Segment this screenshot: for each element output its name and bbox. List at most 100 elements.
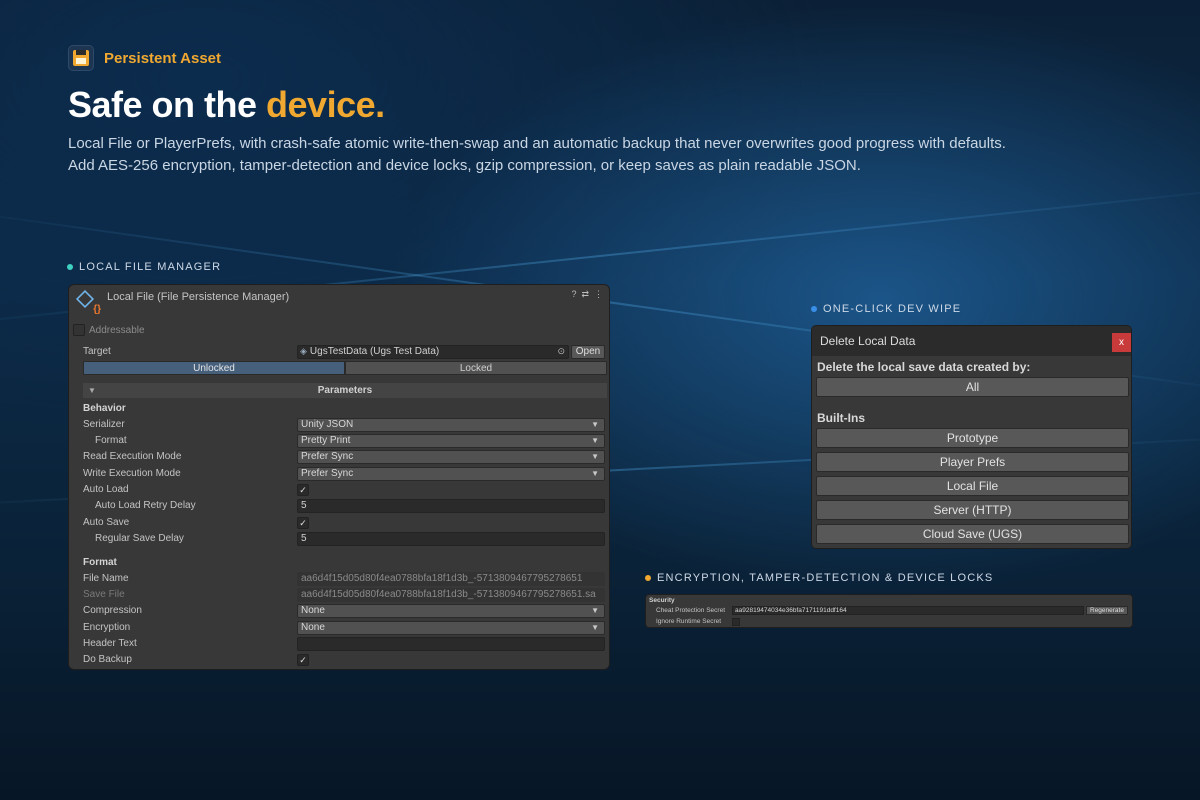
auto-load-checkbox[interactable]: ✓ [297,483,309,496]
parameters-foldout[interactable]: ▼ Parameters [83,383,607,398]
delete-server-button[interactable]: Server (HTTP) [816,500,1129,520]
delete-all-button[interactable]: All [816,377,1129,397]
target-row: Target ◈ UgsTestData (Ugs Test Data) ⊙ O… [83,344,605,359]
locked-tab[interactable]: Locked [345,361,607,375]
foldout-arrow-icon: ▼ [88,386,96,395]
chevron-down-icon: ▼ [591,419,599,429]
write-mode-dropdown[interactable]: Prefer Sync ▼ [297,466,605,481]
settings-icon[interactable]: ⇄ [581,289,589,300]
chevron-down-icon: ▼ [591,451,599,461]
do-backup-label: Do Backup [83,654,132,665]
auto-load-label: Auto Load [83,484,129,495]
regular-save-label: Regular Save Delay [95,533,184,544]
write-mode-value: Prefer Sync [301,468,354,479]
chevron-down-icon: ▼ [591,468,599,478]
brand: Persistent Asset [68,45,221,71]
builtins-heading: Built-Ins [817,411,865,425]
auto-load-retry-field[interactable]: 5 [297,498,605,513]
addressable-label: Addressable [89,324,145,336]
addressable-checkbox[interactable] [73,324,85,336]
write-mode-row: Write Execution Mode Prefer Sync ▼ [83,466,605,481]
behavior-heading-row: Behavior [83,401,605,416]
delete-player-prefs-button[interactable]: Player Prefs [816,452,1129,472]
compression-dropdown[interactable]: None ▼ [297,603,605,618]
regenerate-button[interactable]: Regenerate [1086,606,1128,615]
serializer-label: Serializer [83,419,125,430]
inspector-header: {} Local File (File Persistence Manager)… [69,285,609,323]
section-label-text: LOCAL FILE MANAGER [79,261,222,273]
compression-row: Compression None ▼ [83,603,605,618]
delete-prototype-button[interactable]: Prototype [816,428,1129,448]
format-dropdown[interactable]: Pretty Print ▼ [297,433,605,448]
compression-label: Compression [83,605,142,616]
teal-dot-icon [67,264,73,270]
section-label-encryption: ENCRYPTION, TAMPER-DETECTION & DEVICE LO… [645,572,993,584]
page-title: Safe on the device. [68,84,385,126]
close-button[interactable]: x [1112,333,1131,352]
target-object-field[interactable]: ◈ UgsTestData (Ugs Test Data) ⊙ [297,344,569,359]
headline-prefix: Safe on the [68,84,267,125]
behavior-heading: Behavior [83,403,126,414]
auto-save-checkbox[interactable]: ✓ [297,516,309,529]
help-icon[interactable]: ? [571,289,576,300]
save-file-field: aa6d4f15d05d80f4ea0788bfa18f1d3b_-571380… [297,587,605,602]
regular-save-field[interactable]: 5 [297,531,605,546]
format-row: Format Pretty Print ▼ [83,433,605,448]
target-label: Target [83,346,111,357]
write-mode-label: Write Execution Mode [83,468,181,479]
delete-question: Delete the local save data created by: [817,360,1031,374]
delete-cloud-save-button[interactable]: Cloud Save (UGS) [816,524,1129,544]
addressable-toggle[interactable]: Addressable [73,324,145,336]
read-mode-value: Prefer Sync [301,451,354,462]
encryption-label: Encryption [83,622,131,633]
section-label-dev-wipe: ONE-CLICK DEV WIPE [811,303,961,315]
auto-load-retry-label: Auto Load Retry Delay [95,500,196,511]
compression-value: None [301,605,325,616]
auto-save-label: Auto Save [83,517,130,528]
format-heading: Format [83,557,117,568]
ignore-secret-checkbox[interactable] [732,617,740,626]
chevron-down-icon: ▼ [591,605,599,615]
security-heading: Security [649,597,675,604]
file-name-row: File Name aa6d4f15d05d80f4ea0788bfa18f1d… [83,571,605,586]
object-picker-icon[interactable]: ⊙ [557,346,565,357]
file-name-field[interactable]: aa6d4f15d05d80f4ea0788bfa18f1d3b_-571380… [297,571,605,586]
more-icon[interactable]: ⋮ [594,289,603,300]
secret-row: Cheat Protection Secret aa92819474034e36… [656,606,1128,615]
local-file-inspector: {} Local File (File Persistence Manager)… [68,284,610,670]
chevron-down-icon: ▼ [591,435,599,445]
do-backup-checkbox[interactable]: ✓ [297,653,309,666]
format-value: Pretty Print [301,435,351,446]
delete-local-data-window: Delete Local Data x Delete the local sav… [811,325,1132,549]
window-titlebar: Delete Local Data x [812,326,1131,356]
serializer-value: Unity JSON [301,419,354,430]
cube-icon: {} [75,289,101,315]
window-title: Delete Local Data [820,334,916,348]
read-mode-row: Read Execution Mode Prefer Sync ▼ [83,449,605,464]
header-text-field[interactable] [297,636,605,651]
format-label: Format [95,435,127,446]
read-mode-dropdown[interactable]: Prefer Sync ▼ [297,449,605,464]
description-line-1: Local File or PlayerPrefs, with crash-sa… [68,135,1006,152]
serializer-dropdown[interactable]: Unity JSON ▼ [297,417,605,432]
header-text-label: Header Text [83,638,137,649]
section-label-local-file-manager: LOCAL FILE MANAGER [67,261,221,273]
floppy-disk-icon [68,45,94,71]
delete-local-file-button[interactable]: Local File [816,476,1129,496]
secret-field[interactable]: aa92819474034e36bfa7171191ddf164 [732,606,1084,615]
section-label-text: ONE-CLICK DEV WIPE [823,303,962,315]
serializer-row: Serializer Unity JSON ▼ [83,417,605,432]
save-file-row: Save File aa6d4f15d05d80f4ea0788bfa18f1d… [83,587,605,602]
open-button[interactable]: Open [571,344,605,359]
unlocked-tab[interactable]: Unlocked [83,361,345,375]
do-backup-row: Do Backup ✓ [83,652,605,667]
header-text-row: Header Text [83,636,605,651]
ignore-secret-row: Ignore Runtime Secret [656,617,1128,626]
file-name-label: File Name [83,573,129,584]
ignore-secret-label: Ignore Runtime Secret [656,618,722,625]
encryption-dropdown[interactable]: None ▼ [297,620,605,635]
parameters-label: Parameters [317,385,373,396]
auto-save-row: Auto Save ✓ [83,515,605,530]
description: Local File or PlayerPrefs, with crash-sa… [68,133,1068,177]
read-mode-label: Read Execution Mode [83,451,182,462]
